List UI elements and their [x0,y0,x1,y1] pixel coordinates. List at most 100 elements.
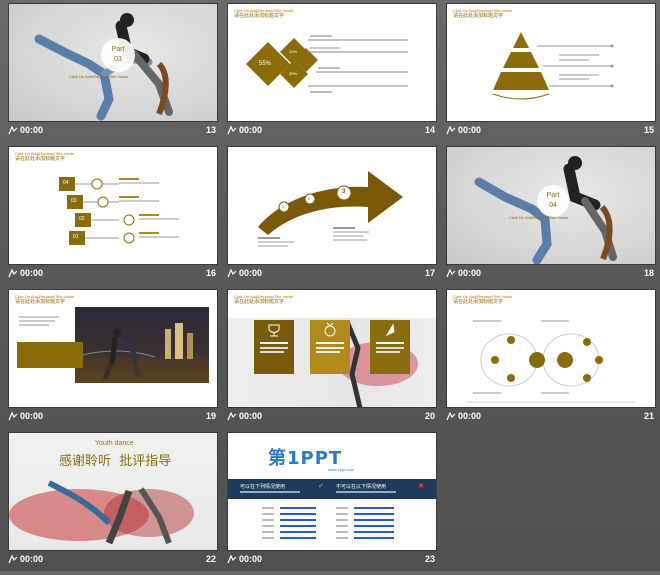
feature-card-3 [370,320,410,374]
slide-thumb-14[interactable]: Click On Add/Replace/Title Inside 请在此处添加… [227,3,437,146]
medal-icon [324,322,336,337]
transition-icon [227,269,237,278]
cross-icon: ✖ [418,483,424,490]
slide-thumb-17[interactable]: 1 2 3 00:00 17 [227,146,437,289]
slide-time: 00:00 [239,125,263,135]
slide-footer: 00:00 16 [8,267,218,281]
slide-footer: 00:00 19 [8,410,218,424]
slide-number: 13 [205,125,216,135]
slide-thumb-18[interactable]: Part 04 Click On Add/Replace/Title Insid… [446,146,656,289]
slide-number: 19 [205,411,216,421]
info-header-bar: 可以在下列情况使用 不可以在以下情况使用 ✔ ✖ [228,479,436,499]
slide-thumb-16[interactable]: Click On Add/Replace/Title Inside 请在此处添加… [8,146,218,289]
slide-thumb-15[interactable]: Click On Add/Replace/Title Inside 请在此处添加… [446,3,656,146]
slide-thumb-19[interactable]: Click On Add/Replace/Title Inside 请在此处添加… [8,289,218,432]
slide-thumb-21[interactable]: Click On Add/Replace/Title Inside 请在此处添加… [446,289,656,432]
slide-title-cn: 请在此处添加标题文字 [15,299,66,305]
check-icon: ✔ [318,483,324,490]
part-badge: Part 03 [101,38,135,72]
slide-14[interactable]: Click On Add/Replace/Title Inside 请在此处添加… [227,3,437,122]
slide-15[interactable]: Click On Add/Replace/Title Inside 请在此处添加… [446,3,656,122]
slide-23[interactable]: 第1PPT www.1ppt.com 可以在下列情况使用 不可以在以下情况使用 … [227,432,437,551]
transition-icon [8,269,18,278]
slide-number: 20 [424,411,435,421]
slide-21[interactable]: Click On Add/Replace/Title Inside 请在此处添加… [446,289,656,408]
feature-card-1 [254,320,294,374]
text-panel [17,342,83,368]
center-percent: 55% [259,61,272,67]
slide-time: 00:00 [239,268,263,278]
slide-footer: 00:00 23 [227,553,437,567]
slide-17[interactable]: 1 2 3 [227,146,437,265]
slide-18[interactable]: Part 04 Click On Add/Replace/Title Insid… [446,146,656,265]
slide-number: 22 [205,554,216,564]
marker-2: 2 [308,196,311,201]
transition-icon [227,555,237,564]
transition-icon [227,126,237,135]
city-night-photo [74,307,209,383]
transition-icon [8,412,18,421]
part-subtitle: Click On Add/Replace/Title Inside [509,215,569,220]
pyramid-diagram [492,32,614,100]
part-number: 03 [114,56,122,63]
slide-19[interactable]: Click On Add/Replace/Title Inside 请在此处添加… [8,289,218,408]
transition-icon [8,555,18,564]
youth-dance-label: Youth dance [95,440,134,447]
slide-footer: 00:00 17 [227,267,437,281]
slide-title-cn: 请在此处添加标题文字 [234,299,285,305]
left-heading: 可以在下列情况使用 [240,484,286,490]
text-line [19,316,59,318]
slide-time: 00:00 [20,125,44,135]
slide-footer: 00:00 18 [446,267,656,281]
slide-footer: 00:00 20 [227,410,437,424]
logo-url: www.1ppt.com [328,467,355,472]
text-line [19,320,55,322]
feature-card-2 [310,320,350,374]
slide-16[interactable]: Click On Add/Replace/Title Inside 请在此处添加… [8,146,218,265]
slide-footer: 00:00 14 [227,124,437,138]
slide-13[interactable]: Part 03 Click On Add/Replace/Title Insid… [8,3,218,122]
slide-22[interactable]: Youth dance 感谢聆听 批评指导 [8,432,218,551]
slide-number: 15 [643,125,654,135]
curved-arrow-diagram [258,171,403,247]
slide-number: 21 [643,411,654,421]
right-heading: 不可以在以下情况使用 [336,484,387,490]
slide-number: 17 [424,268,435,278]
part-label: Part [546,192,560,199]
rocket-icon [385,323,395,337]
slide-time: 00:00 [458,411,482,421]
link-list [262,507,394,539]
trophy-icon [268,324,280,337]
part-label: Part [111,46,125,53]
slide-number: 14 [424,125,435,135]
slide-time: 00:00 [20,268,44,278]
step-connectors [75,178,179,244]
transition-icon [446,269,456,278]
percent-b: 35% [289,71,298,76]
transition-icon [446,126,456,135]
transition-icon [8,126,18,135]
marker-3: 3 [342,189,346,195]
slide-time: 00:00 [239,554,263,564]
transition-icon [227,412,237,421]
part-subtitle: Click On Add/Replace/Title Inside [69,74,129,79]
slide-thumb-23[interactable]: 第1PPT www.1ppt.com 可以在下列情况使用 不可以在以下情况使用 … [227,432,437,575]
slide-footer: 00:00 21 [446,410,656,424]
marker-1: 1 [282,204,285,209]
slide-thumb-22[interactable]: Youth dance 感谢聆听 批评指导 00:00 22 [8,432,218,575]
slide-footer: 00:00 15 [446,124,656,138]
percent-a: 20% [289,49,298,54]
slide-20[interactable]: Click On Add/Replace/Title Inside 请在此处添加… [227,289,437,408]
text-line [19,324,49,326]
slide-number: 16 [205,268,216,278]
slide-time: 00:00 [20,411,44,421]
slide-thumb-13[interactable]: Part 03 Click On Add/Replace/Title Insid… [8,3,218,146]
slide-number: 23 [424,554,435,564]
thanks-title: 感谢聆听 批评指导 [59,454,172,469]
slide-time: 00:00 [20,554,44,564]
slide-time: 00:00 [458,268,482,278]
part-badge: Part 04 [537,185,569,217]
skyline-figure [74,323,209,383]
slide-time: 00:00 [239,411,263,421]
slide-thumb-20[interactable]: Click On Add/Replace/Title Inside 请在此处添加… [227,289,437,432]
